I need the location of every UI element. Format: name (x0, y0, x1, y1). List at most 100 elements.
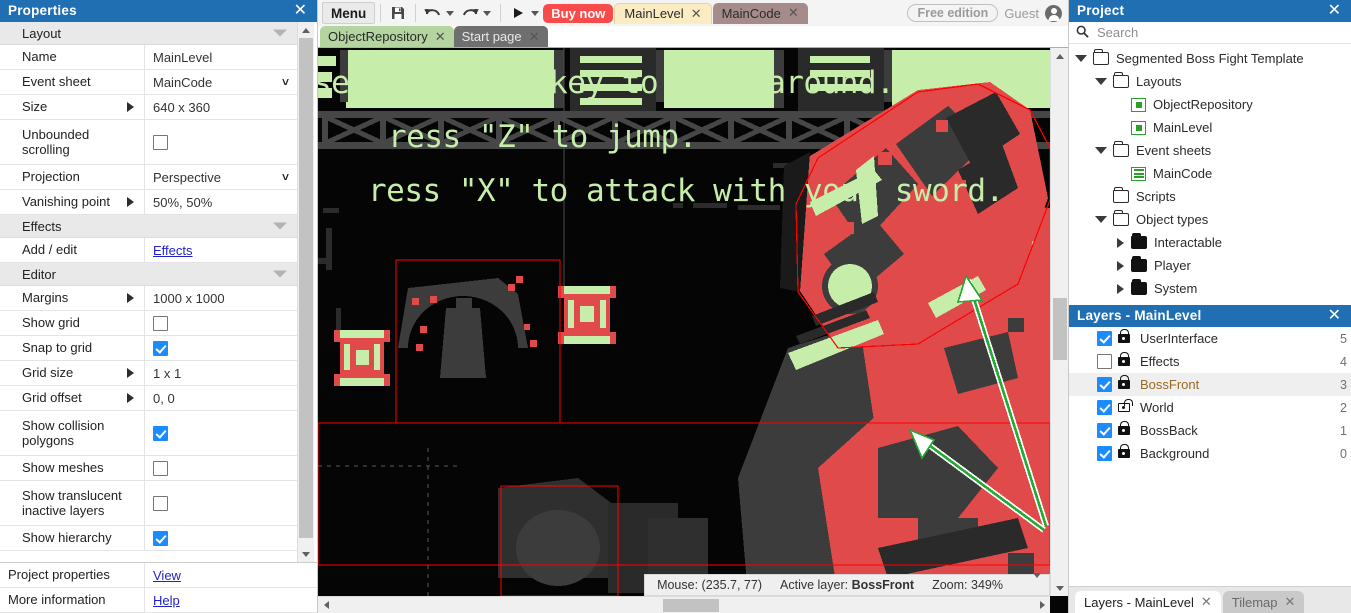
close-icon[interactable]: ✕ (788, 5, 799, 21)
tree-item-mainlevel[interactable]: MainLevel (1069, 116, 1351, 139)
scroll-left-icon[interactable] (318, 597, 334, 613)
account-icon[interactable] (1045, 4, 1062, 22)
chevron-down-icon[interactable] (1027, 573, 1047, 592)
layer-visibility-checkbox[interactable] (1097, 423, 1112, 438)
menu-button[interactable]: Menu (322, 2, 376, 24)
bottom-tab-tilemap[interactable]: Tilemap ✕ (1222, 591, 1305, 613)
redo-dropdown-icon[interactable] (483, 10, 492, 16)
lock-closed-icon[interactable] (1118, 421, 1130, 435)
layer-row-bossfront[interactable]: BossFront 3 (1069, 373, 1351, 396)
property-value-name[interactable]: MainLevel (145, 45, 297, 69)
chevron-down-icon[interactable] (1095, 216, 1107, 223)
chevron-down-icon[interactable] (1095, 78, 1107, 85)
close-icon[interactable]: ✕ (292, 3, 309, 19)
play-icon[interactable] (506, 2, 530, 24)
tree-item-player[interactable]: Player (1069, 254, 1351, 277)
snap-to-grid-checkbox[interactable] (153, 340, 168, 356)
property-group-editor[interactable]: Editor (0, 263, 297, 286)
save-icon[interactable] (386, 2, 410, 24)
layer-visibility-checkbox[interactable] (1097, 400, 1112, 415)
property-value-event-sheet[interactable]: MainCode ˅ (145, 70, 297, 94)
layer-visibility-checkbox[interactable] (1097, 377, 1112, 392)
layer-row-effects[interactable]: Effects 4 (1069, 350, 1351, 373)
lock-closed-icon[interactable] (1118, 329, 1130, 343)
show-grid-checkbox[interactable] (153, 315, 168, 331)
bottom-tab-layers[interactable]: Layers - MainLevel ✕ (1075, 591, 1221, 613)
canvas-horizontal-scrollbar[interactable] (318, 596, 1050, 613)
close-icon[interactable]: ✕ (1285, 594, 1296, 610)
lock-closed-icon[interactable] (1118, 375, 1130, 389)
canvas-vertical-scrollbar[interactable] (1050, 48, 1068, 596)
property-value-margins[interactable]: 1000 x 1000 (145, 286, 297, 310)
layout-canvas[interactable]: se the arrow key to move around. ress "Z… (318, 48, 1050, 596)
layer-row-userinterface[interactable]: UserInterface 5 (1069, 327, 1351, 350)
chevron-down-icon[interactable]: ˅ (282, 76, 289, 88)
tree-item-object-types[interactable]: Object types (1069, 208, 1351, 231)
tree-item-scripts[interactable]: Scripts (1069, 185, 1351, 208)
tree-item-objectrepository[interactable]: ObjectRepository (1069, 93, 1351, 116)
close-icon[interactable]: ✕ (1326, 3, 1343, 19)
property-value-size[interactable]: 640 x 360 (145, 95, 297, 119)
buy-now-button[interactable]: Buy now (543, 3, 614, 23)
layer-visibility-checkbox[interactable] (1097, 446, 1112, 461)
tree-item-interactable[interactable]: Interactable (1069, 231, 1351, 254)
chevron-down-icon[interactable] (1075, 55, 1087, 62)
play-dropdown-icon[interactable] (531, 10, 540, 16)
project-properties-view-link[interactable]: View (153, 568, 181, 583)
tab-mainlevel[interactable]: MainLevel ✕ (614, 2, 712, 24)
chevron-right-icon[interactable] (1117, 260, 1124, 271)
unbounded-scrolling-checkbox[interactable] (153, 134, 168, 150)
scroll-up-icon[interactable] (1052, 48, 1068, 64)
lock-closed-icon[interactable] (1118, 444, 1130, 458)
close-icon[interactable]: ✕ (1201, 594, 1212, 610)
layer-row-background[interactable]: Background 0 (1069, 442, 1351, 465)
tree-item-maincode[interactable]: MainCode (1069, 162, 1351, 185)
layer-row-bossback[interactable]: BossBack 1 (1069, 419, 1351, 442)
undo-icon[interactable] (421, 2, 445, 24)
tree-item-system[interactable]: System (1069, 277, 1351, 300)
expand-triangle-icon[interactable] (127, 393, 134, 403)
chevron-down-icon[interactable] (1095, 147, 1107, 154)
undo-dropdown-icon[interactable] (446, 10, 455, 16)
scroll-down-icon[interactable] (1052, 580, 1068, 596)
show-collision-polygons-checkbox[interactable] (153, 425, 168, 441)
lock-closed-icon[interactable] (1118, 352, 1130, 366)
property-group-layout[interactable]: Layout (0, 22, 297, 45)
close-icon[interactable]: ✕ (691, 6, 702, 22)
scroll-right-icon[interactable] (1034, 597, 1050, 613)
search-input[interactable] (1095, 24, 1344, 41)
scroll-up-icon[interactable] (298, 22, 314, 38)
expand-triangle-icon[interactable] (127, 293, 134, 303)
layer-row-world[interactable]: World 2 (1069, 396, 1351, 419)
property-value-grid-offset[interactable]: 0, 0 (145, 386, 297, 410)
expand-triangle-icon[interactable] (127, 102, 134, 112)
properties-scrollbar[interactable] (297, 22, 314, 562)
close-icon[interactable]: ✕ (435, 29, 446, 45)
doctab-objectrepository[interactable]: ObjectRepository ✕ (320, 26, 454, 47)
redo-icon[interactable] (458, 2, 482, 24)
show-translucent-inactive-layers-checkbox[interactable] (153, 495, 168, 511)
property-value-vanishing-point[interactable]: 50%, 50% (145, 190, 297, 214)
tab-maincode[interactable]: MainCode ✕ (712, 2, 808, 24)
close-icon[interactable]: ✕ (1326, 308, 1343, 324)
chevron-down-icon[interactable]: ˅ (282, 171, 289, 183)
scroll-down-icon[interactable] (298, 546, 314, 562)
layer-visibility-checkbox[interactable] (1097, 331, 1112, 346)
property-value-projection[interactable]: Perspective ˅ (145, 165, 297, 189)
chevron-right-icon[interactable] (1117, 237, 1124, 248)
property-group-effects[interactable]: Effects (0, 215, 297, 238)
chevron-down-icon[interactable] (273, 29, 287, 37)
tree-item-event-sheets[interactable]: Event sheets (1069, 139, 1351, 162)
layer-visibility-checkbox[interactable] (1097, 354, 1112, 369)
chevron-down-icon[interactable] (273, 270, 287, 278)
chevron-down-icon[interactable] (273, 222, 287, 230)
show-hierarchy-checkbox[interactable] (153, 530, 168, 546)
expand-triangle-icon[interactable] (127, 368, 134, 378)
tree-item-layouts[interactable]: Layouts (1069, 70, 1351, 93)
effects-link[interactable]: Effects (153, 243, 193, 258)
doctab-start-page[interactable]: Start page ✕ (453, 26, 548, 47)
chevron-right-icon[interactable] (1117, 283, 1124, 294)
expand-triangle-icon[interactable] (127, 197, 134, 207)
tree-item-project-root[interactable]: Segmented Boss Fight Template (1069, 47, 1351, 70)
scrollbar-thumb[interactable] (299, 38, 313, 538)
